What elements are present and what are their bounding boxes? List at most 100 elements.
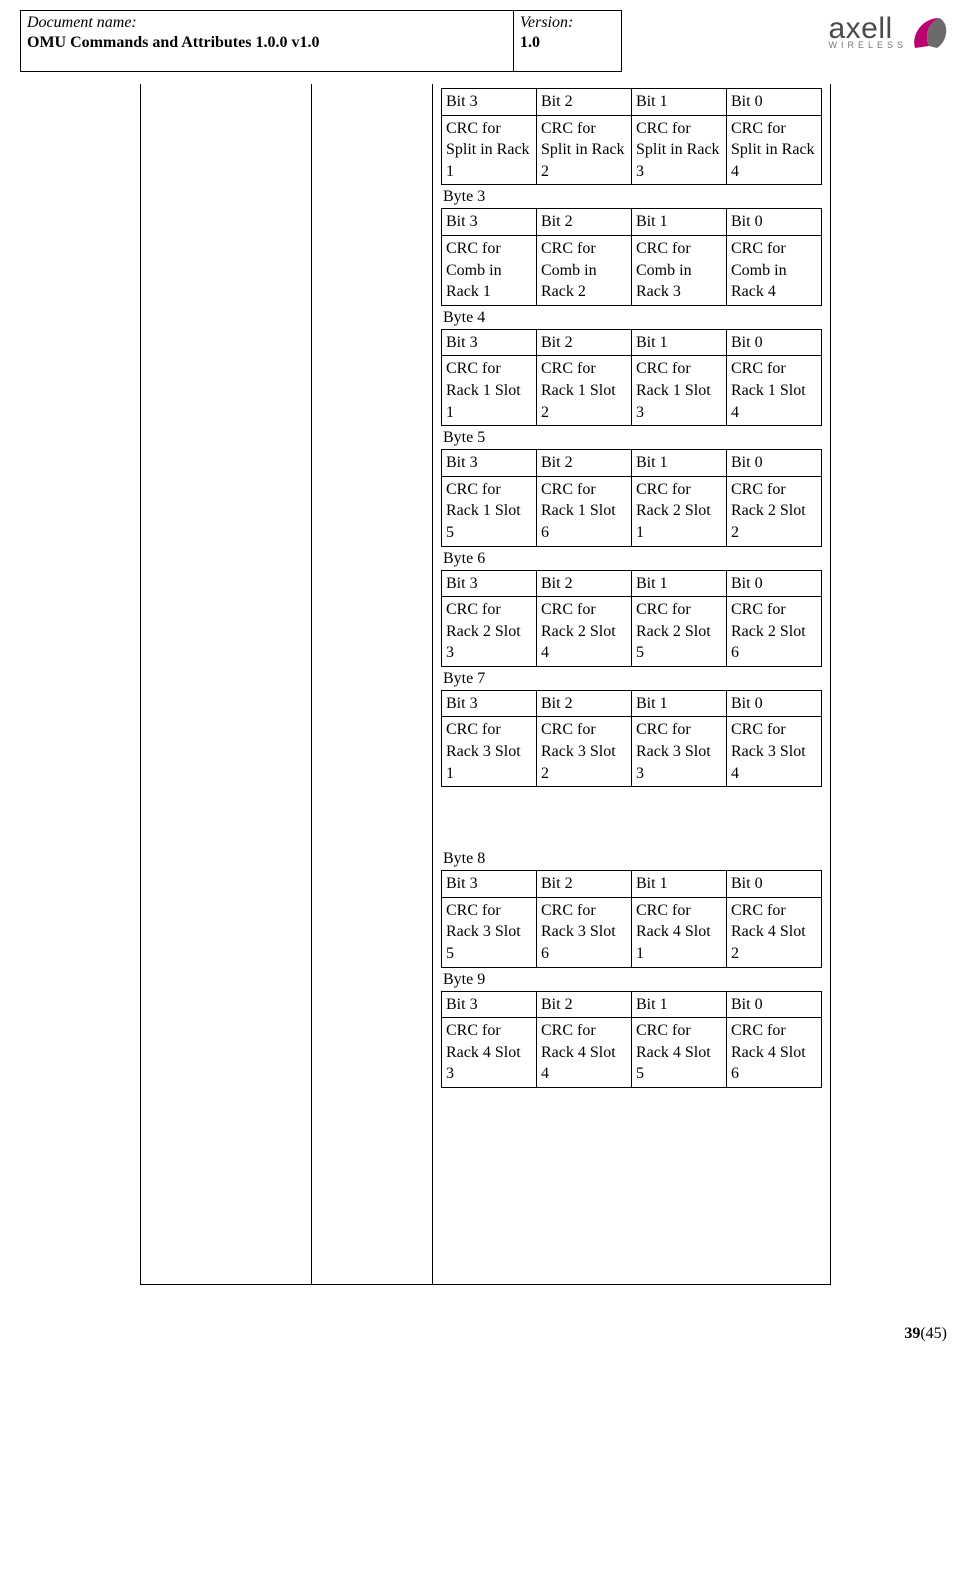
- crc-cell: CRC for Rack 1 Slot 6: [537, 476, 632, 546]
- bit-header-cell: Bit 1: [632, 89, 727, 116]
- byte-label: Byte 7: [441, 667, 822, 690]
- byte-label: Byte 8: [441, 847, 822, 870]
- page-number-total: (45): [920, 1325, 947, 1342]
- crc-cell: CRC for Rack 4 Slot 6: [727, 1018, 822, 1088]
- logo-wrap: axell WIRELESS: [622, 10, 951, 54]
- byte-table: Bit 3Bit 2Bit 1Bit 0 CRC for Rack 3 Slot …: [441, 870, 822, 967]
- crc-cell: CRC for Rack 3 Slot 1: [442, 717, 537, 787]
- bit-header-cell: Bit 1: [632, 871, 727, 898]
- crc-cell: CRC for Split in Rack 3: [632, 115, 727, 185]
- doc-name-label: Document name:: [27, 13, 507, 32]
- crc-cell: CRC for Rack 1 Slot 4: [727, 356, 822, 426]
- outer-right-column: Bit 3Bit 2Bit 1Bit 0CRC for Split in Rac…: [433, 84, 830, 1284]
- crc-cell: CRC for Rack 3 Slot 3: [632, 717, 727, 787]
- crc-cell: CRC for Rack 4 Slot 2: [727, 897, 822, 967]
- crc-cell: CRC for Rack 2 Slot 4: [537, 597, 632, 667]
- doc-name-cell: Document name: OMU Commands and Attribut…: [21, 11, 514, 71]
- crc-cell: CRC for Rack 1 Slot 5: [442, 476, 537, 546]
- byte-table: Bit 3Bit 2Bit 1Bit 0CRC for Rack 1 Slot …: [441, 329, 822, 426]
- crc-cell: CRC for Rack 2 Slot 6: [727, 597, 822, 667]
- header-info-box: Document name: OMU Commands and Attribut…: [20, 10, 622, 72]
- crc-cell: CRC for Rack 3 Slot 2: [537, 717, 632, 787]
- byte-label: Byte 3: [441, 185, 822, 208]
- bit-header-cell: Bit 3: [442, 570, 537, 597]
- byte-label: Byte 6: [441, 547, 822, 570]
- crc-cell: CRC for Rack 3 Slot 5: [442, 897, 537, 967]
- crc-cell: CRC for Comb in Rack 4: [727, 235, 822, 305]
- byte-label: Byte 4: [441, 306, 822, 329]
- bit-header-cell: Bit 3: [442, 991, 537, 1018]
- bit-header-cell: Bit 0: [727, 450, 822, 477]
- version-label: Version:: [520, 13, 615, 32]
- bit-header-cell: Bit 3: [442, 871, 537, 898]
- logo-text: axell WIRELESS: [828, 16, 907, 49]
- crc-cell: CRC for Rack 2 Slot 1: [632, 476, 727, 546]
- bit-header-cell: Bit 1: [632, 450, 727, 477]
- byte-table: Bit 3Bit 2Bit 1Bit 0CRC for Rack 3 Slot …: [441, 690, 822, 787]
- crc-cell: CRC for Rack 3 Slot 4: [727, 717, 822, 787]
- bit-header-cell: Bit 3: [442, 89, 537, 116]
- page-header: Document name: OMU Commands and Attribut…: [20, 10, 951, 72]
- bit-header-cell: Bit 1: [632, 991, 727, 1018]
- bit-header-cell: Bit 2: [537, 690, 632, 717]
- crc-cell: CRC for Split in Rack 2: [537, 115, 632, 185]
- bit-header-cell: Bit 2: [537, 89, 632, 116]
- bit-header-cell: Bit 0: [727, 570, 822, 597]
- crc-cell: CRC for Comb in Rack 2: [537, 235, 632, 305]
- bit-header-cell: Bit 0: [727, 871, 822, 898]
- crc-cell: CRC for Rack 1 Slot 2: [537, 356, 632, 426]
- crc-cell: CRC for Split in Rack 4: [727, 115, 822, 185]
- bit-header-cell: Bit 0: [727, 209, 822, 236]
- outer-mid-column: [312, 84, 433, 1284]
- content-frame: Bit 3Bit 2Bit 1Bit 0CRC for Split in Rac…: [140, 84, 831, 1285]
- crc-cell: CRC for Rack 1 Slot 1: [442, 356, 537, 426]
- byte-table: Bit 3Bit 2Bit 1Bit 0CRC for Rack 4 Slot …: [441, 991, 822, 1088]
- byte-table: Bit 3Bit 2Bit 1Bit 0CRC for Comb in Rack…: [441, 208, 822, 305]
- version-value: 1.0: [520, 32, 615, 54]
- byte-label: Byte 9: [441, 968, 822, 991]
- crc-cell: CRC for Rack 4 Slot 3: [442, 1018, 537, 1088]
- brand-logo: axell WIRELESS: [828, 12, 951, 54]
- bit-header-cell: Bit 0: [727, 89, 822, 116]
- bit-header-cell: Bit 0: [727, 329, 822, 356]
- crc-cell: CRC for Rack 2 Slot 3: [442, 597, 537, 667]
- crc-cell: CRC for Rack 2 Slot 2: [727, 476, 822, 546]
- bit-header-cell: Bit 3: [442, 209, 537, 236]
- crc-cell: CRC for Split in Rack 1: [442, 115, 537, 185]
- crc-cell: CRC for Comb in Rack 3: [632, 235, 727, 305]
- outer-left-column: [141, 84, 312, 1284]
- byte-table: Bit 3Bit 2Bit 1Bit 0CRC for Rack 2 Slot …: [441, 570, 822, 667]
- logo-swirl-icon: [909, 12, 951, 54]
- page-number-current: 39: [904, 1325, 920, 1342]
- crc-cell: CRC for Rack 4 Slot 1: [632, 897, 727, 967]
- bit-header-cell: Bit 3: [442, 329, 537, 356]
- bit-header-cell: Bit 2: [537, 570, 632, 597]
- bit-header-cell: Bit 3: [442, 690, 537, 717]
- bit-header-cell: Bit 0: [727, 991, 822, 1018]
- bit-header-cell: Bit 3: [442, 450, 537, 477]
- doc-name-value: OMU Commands and Attributes 1.0.0 v1.0: [27, 32, 507, 54]
- bit-header-cell: Bit 2: [537, 991, 632, 1018]
- byte-table: Bit 3Bit 2Bit 1Bit 0CRC for Split in Rac…: [441, 88, 822, 185]
- crc-cell: CRC for Rack 1 Slot 3: [632, 356, 727, 426]
- crc-cell: CRC for Rack 2 Slot 5: [632, 597, 727, 667]
- crc-cell: CRC for Rack 4 Slot 4: [537, 1018, 632, 1088]
- crc-cell: CRC for Rack 3 Slot 6: [537, 897, 632, 967]
- bit-header-cell: Bit 2: [537, 209, 632, 236]
- version-cell: Version: 1.0: [514, 11, 621, 71]
- bit-header-cell: Bit 2: [537, 450, 632, 477]
- bit-header-cell: Bit 1: [632, 570, 727, 597]
- crc-cell: CRC for Comb in Rack 1: [442, 235, 537, 305]
- bit-header-cell: Bit 2: [537, 871, 632, 898]
- crc-cell: CRC for Rack 4 Slot 5: [632, 1018, 727, 1088]
- byte-label: Byte 5: [441, 426, 822, 449]
- logo-line2: WIRELESS: [828, 42, 907, 50]
- bit-header-cell: Bit 1: [632, 209, 727, 236]
- bit-header-cell: Bit 1: [632, 329, 727, 356]
- byte-spacer: [441, 787, 822, 847]
- logo-line1: axell: [828, 16, 907, 42]
- bit-header-cell: Bit 0: [727, 690, 822, 717]
- page-footer: 39(45): [20, 1285, 951, 1347]
- bit-header-cell: Bit 2: [537, 329, 632, 356]
- byte-table: Bit 3Bit 2Bit 1Bit 0 CRC for Rack 1 Slot …: [441, 449, 822, 546]
